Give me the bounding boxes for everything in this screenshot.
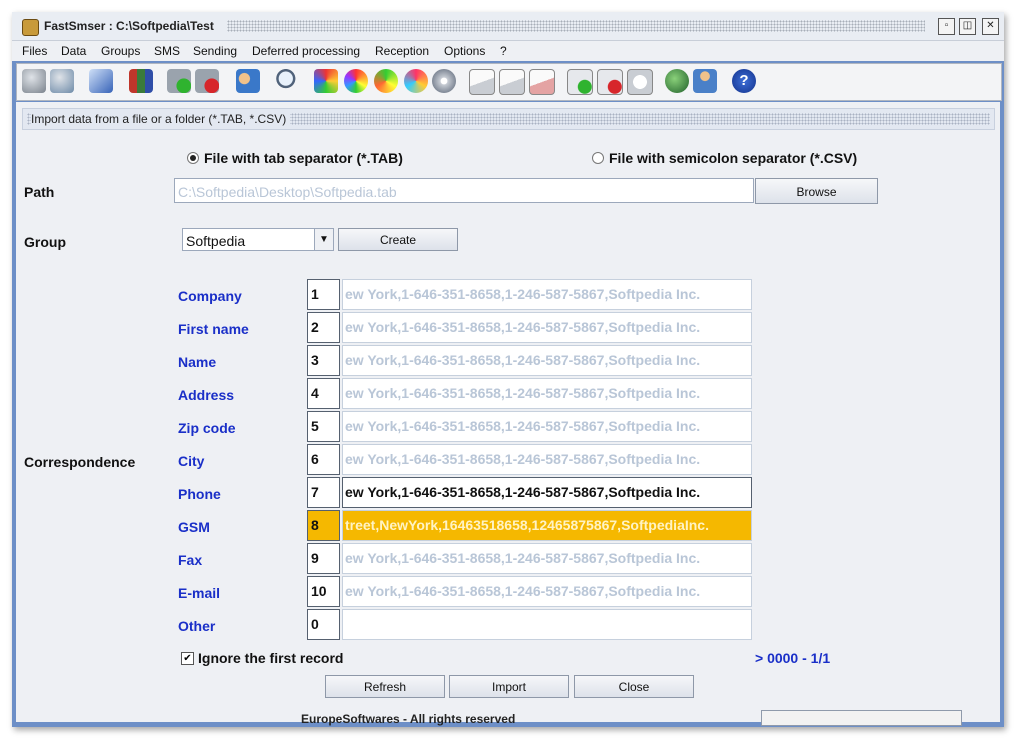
help-icon[interactable]: ?	[732, 69, 756, 93]
csv-format-radio[interactable]	[592, 152, 604, 164]
database-remove-icon[interactable]	[195, 69, 219, 93]
sample-value-field[interactable]: ew York,1-646-351-8658,1-246-587-5867,So…	[342, 345, 752, 376]
column-index-input[interactable]: 7	[307, 477, 340, 508]
mail-open-icon[interactable]	[499, 69, 525, 95]
tab-format-label: File with tab separator (*.TAB)	[204, 150, 403, 166]
menu-files[interactable]: Files	[22, 44, 47, 58]
refresh-color-icon[interactable]	[374, 69, 398, 93]
close-window-button[interactable]: ✕	[982, 18, 999, 35]
database-icon[interactable]	[22, 69, 46, 93]
maximize-button[interactable]: ◫	[959, 18, 976, 35]
group-label: Group	[24, 234, 66, 250]
section-title: Import data from a file or a folder (*.T…	[31, 112, 291, 126]
column-index-input[interactable]: 0	[307, 609, 340, 640]
section-header: Import data from a file or a folder (*.T…	[22, 108, 995, 130]
menu-sms[interactable]: SMS	[154, 44, 180, 58]
correspondence-label: Correspondence	[24, 454, 136, 470]
menu-deferred-processing[interactable]: Deferred processing	[252, 44, 360, 58]
column-index-input[interactable]: 8	[307, 510, 340, 541]
sample-value-field[interactable]: ew York,1-646-351-8658,1-246-587-5867,So…	[342, 576, 752, 607]
footer-copyright: EuropeSoftwares - All rights reserved	[301, 712, 516, 726]
group-select-value: Softpedia	[186, 233, 246, 249]
menu-data[interactable]: Data	[61, 44, 86, 58]
column-index-input[interactable]: 3	[307, 345, 340, 376]
sample-value-field[interactable]	[342, 609, 752, 640]
field-label: Name	[178, 354, 217, 370]
field-label: City	[178, 453, 205, 469]
column-index-input[interactable]: 2	[307, 312, 340, 343]
app-icon	[22, 19, 39, 36]
column-index-input[interactable]: 6	[307, 444, 340, 475]
menu-sending[interactable]: Sending	[193, 44, 237, 58]
paint-icon[interactable]	[314, 69, 338, 93]
color-cd-icon[interactable]	[432, 69, 456, 93]
back-arrow-icon[interactable]	[89, 69, 113, 93]
database-add-icon[interactable]	[167, 69, 191, 93]
progress-bar	[761, 710, 962, 726]
field-label: E-mail	[178, 585, 221, 601]
database-export-icon[interactable]	[50, 69, 74, 93]
gauge-remove-icon[interactable]	[597, 69, 623, 95]
path-label: Path	[24, 184, 55, 200]
path-input[interactable]: C:\Softpedia\Desktop\Softpedia.tab	[174, 178, 754, 203]
color-wheel-icon[interactable]	[344, 69, 368, 93]
create-group-button[interactable]: Create	[338, 228, 458, 251]
field-label: First name	[178, 321, 249, 337]
group-select[interactable]: Softpedia ▼	[182, 228, 334, 251]
menu-reception[interactable]: Reception	[375, 44, 429, 58]
app-window: FastSmser : C:\Softpedia\Test ▫ ◫ ✕ File…	[12, 12, 1004, 727]
sample-value-field[interactable]: ew York,1-646-351-8658,1-246-587-5867,So…	[342, 279, 752, 310]
field-label: Phone	[178, 486, 221, 502]
ignore-first-label: Ignore the first record	[198, 650, 344, 666]
sample-value-field[interactable]: ew York,1-646-351-8658,1-246-587-5867,So…	[342, 444, 752, 475]
mail-new-icon[interactable]	[469, 69, 495, 95]
sample-value-field[interactable]: ew York,1-646-351-8658,1-246-587-5867,So…	[342, 411, 752, 442]
menu-options[interactable]: Options	[444, 44, 485, 58]
close-button[interactable]: Close	[574, 675, 694, 698]
sample-value-field[interactable]: ew York,1-646-351-8658,1-246-587-5867,So…	[342, 543, 752, 574]
title-bar-texture	[227, 20, 925, 32]
import-button[interactable]: Import	[449, 675, 569, 698]
column-index-input[interactable]: 5	[307, 411, 340, 442]
csv-format-label: File with semicolon separator (*.CSV)	[609, 150, 858, 166]
menu-groups[interactable]: Groups	[101, 44, 140, 58]
sample-value-field[interactable]: ew York,1-646-351-8658,1-246-587-5867,So…	[342, 312, 752, 343]
books-icon[interactable]	[129, 69, 153, 93]
title-bar: FastSmser : C:\Softpedia\Test ▫ ◫ ✕	[12, 12, 1004, 41]
menu-bar: Files Data Groups SMS Sending Deferred p…	[12, 41, 1004, 61]
field-label: Address	[178, 387, 235, 403]
field-label: Fax	[178, 552, 203, 568]
field-label: Zip code	[178, 420, 236, 436]
chevron-down-icon[interactable]: ▼	[314, 229, 333, 250]
record-counter: > 0000 - 1/1	[755, 650, 831, 666]
minimize-button[interactable]: ▫	[938, 18, 955, 35]
column-index-input[interactable]: 10	[307, 576, 340, 607]
field-label: GSM	[178, 519, 210, 535]
column-index-input[interactable]: 4	[307, 378, 340, 409]
search-icon[interactable]	[275, 69, 299, 93]
globe-icon[interactable]	[665, 69, 689, 93]
tab-format-radio[interactable]	[187, 152, 199, 164]
mail-remove-icon[interactable]	[529, 69, 555, 95]
person-icon[interactable]	[693, 69, 717, 93]
field-label: Company	[178, 288, 242, 304]
column-index-input[interactable]: 1	[307, 279, 340, 310]
sample-value-field[interactable]: ew York,1-646-351-8658,1-246-587-5867,So…	[342, 477, 752, 508]
field-label: Other	[178, 618, 216, 634]
window-title: FastSmser : C:\Softpedia\Test	[44, 19, 214, 33]
import-panel: Import data from a file or a folder (*.T…	[16, 102, 1000, 726]
users-icon[interactable]	[236, 69, 260, 93]
palette-icon[interactable]	[404, 69, 428, 93]
gauge-icon[interactable]	[627, 69, 653, 95]
toolbar: ?	[16, 63, 1002, 101]
menu-help[interactable]: ?	[500, 44, 507, 58]
gauge-add-icon[interactable]	[567, 69, 593, 95]
sample-value-field[interactable]: treet,NewYork,16463518658,12465875867,So…	[342, 510, 752, 541]
column-index-input[interactable]: 9	[307, 543, 340, 574]
browse-button[interactable]: Browse	[755, 178, 878, 204]
sample-value-field[interactable]: ew York,1-646-351-8658,1-246-587-5867,So…	[342, 378, 752, 409]
ignore-first-checkbox[interactable]: ✔	[181, 652, 194, 665]
refresh-button[interactable]: Refresh	[325, 675, 445, 698]
